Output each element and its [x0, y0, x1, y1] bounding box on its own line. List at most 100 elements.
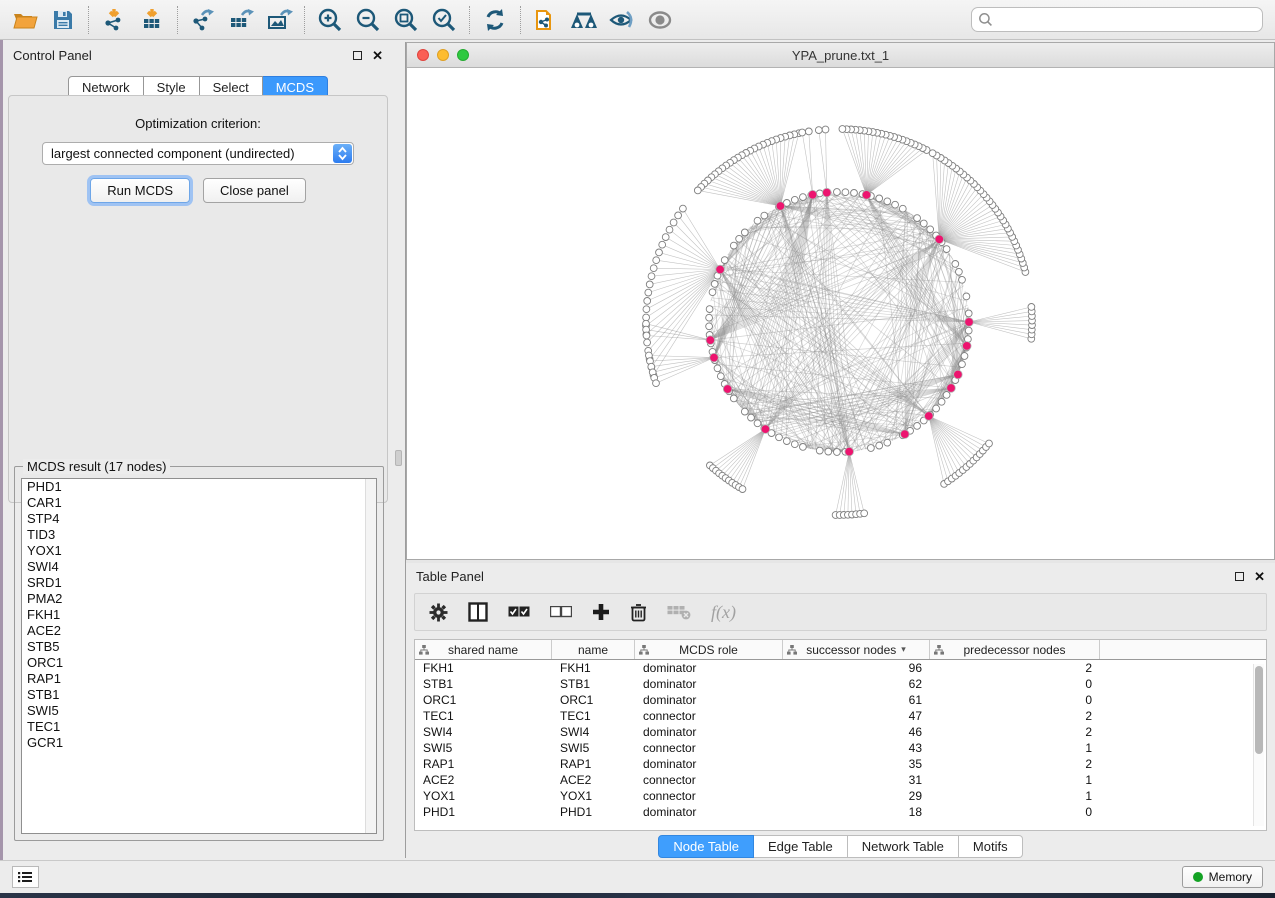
table-row[interactable]: SWI4SWI4dominator462	[415, 724, 1266, 740]
ring-node[interactable]	[791, 441, 798, 448]
mcds-result-item[interactable]: FKH1	[22, 607, 376, 623]
ring-node[interactable]	[706, 314, 713, 321]
ring-node[interactable]	[963, 293, 970, 300]
ring-node[interactable]	[927, 226, 934, 233]
ring-node[interactable]	[965, 327, 972, 334]
mcds-hub-node[interactable]	[954, 370, 963, 379]
table-row[interactable]: RAP1RAP1dominator352	[415, 756, 1266, 772]
ring-node[interactable]	[800, 444, 807, 451]
column-header-successor-nodes[interactable]: successor nodes▾	[783, 640, 930, 659]
ring-node[interactable]	[943, 392, 950, 399]
mcds-hub-node[interactable]	[710, 353, 719, 362]
ring-node[interactable]	[776, 434, 783, 441]
leaf-node[interactable]	[643, 332, 650, 339]
open-file-button[interactable]	[10, 5, 40, 35]
leaf-node[interactable]	[670, 219, 677, 226]
delete-column-button[interactable]	[630, 603, 647, 622]
ring-node[interactable]	[834, 449, 841, 456]
leaf-node[interactable]	[653, 257, 660, 264]
mcds-result-item[interactable]: SRD1	[22, 575, 376, 591]
close-table-panel-icon[interactable]: ✕	[1254, 570, 1265, 583]
column-header-shared-name[interactable]: shared name	[415, 640, 552, 659]
ring-node[interactable]	[791, 196, 798, 203]
leaf-node[interactable]	[653, 380, 660, 387]
mcds-result-item[interactable]: STB5	[22, 639, 376, 655]
ring-node[interactable]	[706, 306, 713, 313]
tab-edge-table[interactable]: Edge Table	[754, 835, 848, 858]
ring-node[interactable]	[761, 212, 768, 219]
mcds-result-item[interactable]: PMA2	[22, 591, 376, 607]
leaf-node[interactable]	[644, 298, 651, 305]
leaf-node[interactable]	[861, 510, 868, 517]
ring-node[interactable]	[884, 439, 891, 446]
mcds-result-list[interactable]: PHD1CAR1STP4TID3YOX1SWI4SRD1PMA2FKH1ACE2…	[21, 478, 377, 834]
leaf-node[interactable]	[822, 126, 829, 133]
hide-selected-button[interactable]	[607, 5, 637, 35]
mcds-hub-node[interactable]	[935, 235, 944, 244]
ring-node[interactable]	[959, 361, 966, 368]
table-row[interactable]: FKH1FKH1dominator962	[415, 660, 1266, 676]
mcds-hub-node[interactable]	[808, 190, 817, 199]
ring-node[interactable]	[783, 438, 790, 445]
ring-node[interactable]	[952, 261, 959, 268]
mcds-hub-node[interactable]	[723, 385, 732, 394]
mcds-result-item[interactable]: SWI4	[22, 559, 376, 575]
leaf-node[interactable]	[648, 273, 655, 280]
mcds-list-scrollbar[interactable]	[365, 479, 376, 833]
ring-node[interactable]	[706, 323, 713, 330]
ring-node[interactable]	[943, 246, 950, 253]
ring-node[interactable]	[959, 276, 966, 283]
ring-node[interactable]	[711, 281, 718, 288]
ring-node[interactable]	[914, 215, 921, 222]
ring-node[interactable]	[709, 289, 716, 296]
import-table-button[interactable]	[137, 5, 167, 35]
table-row[interactable]: STB1STB1dominator620	[415, 676, 1266, 692]
leaf-node[interactable]	[662, 234, 669, 241]
network-canvas[interactable]	[407, 68, 1274, 559]
network-window-titlebar[interactable]: YPA_prune.txt_1	[407, 43, 1274, 68]
mcds-result-item[interactable]: PHD1	[22, 479, 376, 495]
ring-node[interactable]	[892, 201, 899, 208]
leaf-node[interactable]	[659, 241, 666, 248]
mcds-hub-node[interactable]	[776, 202, 785, 211]
export-image-button[interactable]	[264, 5, 294, 35]
export-network-button[interactable]	[188, 5, 218, 35]
table-settings-button[interactable]	[429, 603, 448, 622]
memory-button[interactable]: Memory	[1182, 866, 1263, 888]
mcds-result-item[interactable]: TEC1	[22, 719, 376, 735]
new-network-from-selection-button[interactable]	[531, 5, 561, 35]
mcds-hub-node[interactable]	[965, 318, 974, 327]
table-scrollbar[interactable]	[1253, 664, 1264, 826]
leaf-node[interactable]	[645, 289, 652, 296]
ring-node[interactable]	[876, 442, 883, 449]
mcds-hub-node[interactable]	[963, 342, 972, 351]
table-row[interactable]: YOX1YOX1connector291	[415, 788, 1266, 804]
create-column-button[interactable]	[592, 603, 610, 621]
panel-menu-button[interactable]	[12, 866, 39, 888]
split-pane-divider[interactable]	[393, 42, 406, 858]
mcds-result-item[interactable]: CAR1	[22, 495, 376, 511]
ring-node[interactable]	[717, 373, 724, 380]
leaf-node[interactable]	[986, 440, 993, 447]
first-neighbors-button[interactable]	[569, 5, 599, 35]
leaf-node[interactable]	[656, 249, 663, 256]
mcds-result-item[interactable]: STB1	[22, 687, 376, 703]
import-network-button[interactable]	[99, 5, 129, 35]
show-columns-button[interactable]	[468, 602, 488, 622]
ring-node[interactable]	[933, 405, 940, 412]
ring-node[interactable]	[842, 189, 849, 196]
mcds-hub-node[interactable]	[862, 191, 871, 200]
mcds-hub-node[interactable]	[947, 384, 956, 393]
run-mcds-button[interactable]: Run MCDS	[90, 178, 190, 203]
ring-node[interactable]	[914, 423, 921, 430]
table-row[interactable]: SWI5SWI5connector431	[415, 740, 1266, 756]
export-table-button[interactable]	[226, 5, 256, 35]
mcds-result-item[interactable]: RAP1	[22, 671, 376, 687]
show-all-button[interactable]	[645, 5, 675, 35]
tab-network-table[interactable]: Network Table	[848, 835, 959, 858]
leaf-node[interactable]	[680, 205, 687, 212]
ring-node[interactable]	[961, 353, 968, 360]
column-header-predecessor-nodes[interactable]: predecessor nodes	[930, 640, 1100, 659]
table-scrollbar-thumb[interactable]	[1255, 666, 1263, 754]
table-row[interactable]: TEC1TEC1connector472	[415, 708, 1266, 724]
